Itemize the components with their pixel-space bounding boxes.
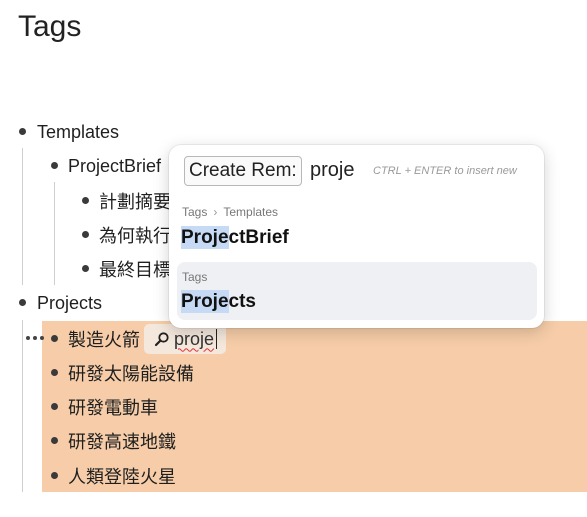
project-item-label: 人類登陸火星 [68, 467, 176, 487]
chevron-right-icon: › [213, 205, 218, 219]
templates-children-line [22, 148, 23, 285]
match-highlight: Proje [181, 226, 229, 249]
project-item-label: 研發電動車 [68, 398, 158, 418]
bullet[interactable] [82, 197, 89, 204]
brief-children-line [54, 182, 55, 285]
page-title: Tags [18, 10, 82, 43]
tree-item-label: ProjectBrief [68, 155, 162, 176]
result-breadcrumb: Tags › Templates [182, 205, 278, 219]
breadcrumb-segment: Tags [182, 270, 208, 284]
bullet[interactable] [19, 128, 26, 135]
tree-item-projects[interactable]: Projects [37, 288, 102, 318]
insert-hint: CTRL + ENTER to insert new [373, 165, 517, 177]
tree-item[interactable]: 為何執行 [99, 220, 171, 250]
result-title-rest: ctBrief [228, 227, 289, 248]
tree-item[interactable]: 最終目標 [99, 254, 171, 284]
bullet[interactable] [51, 472, 58, 479]
match-highlight: Proje [181, 290, 229, 313]
bullet[interactable] [19, 299, 26, 306]
rem-search-field[interactable]: proje [144, 324, 226, 354]
project-item[interactable]: 人類登陸火星 [68, 461, 176, 491]
search-query-text[interactable]: proje [174, 329, 214, 350]
tree-item-label: Templates [37, 121, 120, 142]
bullet[interactable] [82, 265, 89, 272]
popup-query-text: proje [310, 159, 355, 181]
bullet[interactable] [51, 162, 58, 169]
more-options-icon[interactable] [26, 329, 44, 347]
project-item-label: 製造火箭 [68, 330, 140, 350]
bullet[interactable] [82, 231, 89, 238]
bullet[interactable] [51, 437, 58, 444]
bullet[interactable] [51, 403, 58, 410]
bullet[interactable] [51, 369, 58, 376]
project-item[interactable]: 研發電動車 [68, 392, 158, 422]
project-item[interactable]: 研發高速地鐵 [68, 426, 176, 456]
breadcrumb-segment: Tags [182, 205, 208, 219]
result-item-projects[interactable]: Tags Projects [177, 262, 537, 320]
tree-item-templates[interactable]: Templates [37, 117, 119, 147]
result-title-rest: cts [228, 291, 256, 312]
project-item[interactable]: 製造火箭 [68, 324, 140, 354]
projects-children-line [22, 320, 23, 492]
project-item-label: 研發高速地鐵 [68, 432, 176, 452]
tree-item-label: Projects [37, 292, 103, 313]
result-breadcrumb: Tags [182, 270, 207, 284]
result-title: ProjectBrief [181, 226, 289, 249]
breadcrumb-segment: Templates [223, 205, 279, 219]
tree-item[interactable]: 計劃摘要 [99, 186, 171, 216]
create-rem-button[interactable]: Create Rem: [184, 156, 302, 186]
project-item[interactable]: 研發太陽能設備 [68, 358, 194, 388]
tree-item-label: 為何執行 [99, 226, 171, 246]
project-item-label: 研發太陽能設備 [68, 364, 194, 384]
result-title: Projects [181, 290, 256, 313]
bullet[interactable] [51, 335, 58, 342]
rem-autocomplete-popup: Create Rem: proje CTRL + ENTER to insert… [169, 145, 544, 328]
result-item-projectbrief[interactable]: Tags › Templates ProjectBrief [177, 199, 537, 257]
text-caret [216, 329, 218, 349]
search-icon [154, 332, 169, 347]
tree-item-projectbrief[interactable]: ProjectBrief [68, 151, 161, 181]
tree-item-label: 計劃摘要 [99, 192, 171, 212]
tree-item-label: 最終目標 [99, 260, 171, 280]
